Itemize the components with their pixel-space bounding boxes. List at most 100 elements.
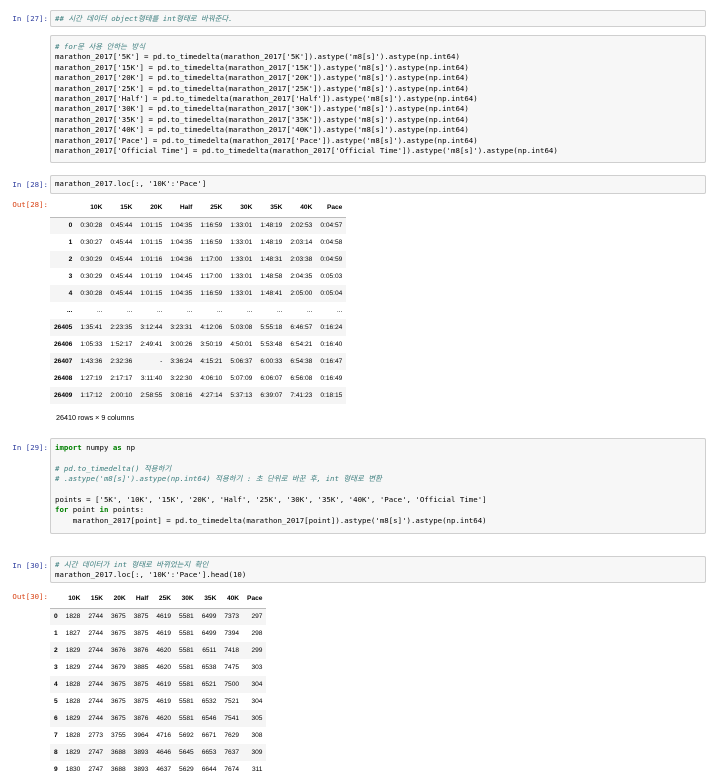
row-index: 1 — [68, 239, 73, 246]
table-cell: ... — [216, 307, 223, 314]
for-variable: point — [68, 505, 100, 515]
column-header: 10K — [61, 589, 85, 609]
table-cell: 303 — [251, 664, 263, 671]
table-cell: 1829 — [65, 664, 81, 671]
table-cell: 3:22:30 — [170, 375, 193, 382]
table-cell: 7500 — [224, 681, 240, 688]
table-cell: 4619 — [156, 681, 172, 688]
code-line: marathon_2017['5K'] = pd.to_timedelta(ma… — [55, 52, 460, 62]
table-cell: 0:04:57 — [320, 222, 343, 230]
table-cell: 6546 — [201, 715, 217, 722]
table-cell: 1830 — [65, 766, 81, 773]
table-cell: 5581 — [179, 613, 194, 621]
table-cell: 0:16:24 — [320, 324, 343, 331]
table-cell: 1:05:33 — [80, 341, 103, 348]
table-cell: 3675 — [111, 698, 126, 705]
comment-line-2: # .astype('m8[s]').astype(np.int64) 적용하기… — [55, 474, 382, 484]
table-cell: 1:01:15 — [140, 222, 163, 230]
table-cell: 5581 — [179, 630, 194, 637]
table-cell: 1828 — [65, 681, 81, 688]
for-iterable: points: — [108, 505, 145, 515]
column-header: Half — [129, 589, 153, 609]
table-cell: 2744 — [88, 698, 104, 705]
table-cell: 0:30:28 — [80, 222, 103, 230]
table-cell: 4716 — [156, 732, 172, 739]
table-cell: 6511 — [202, 647, 217, 654]
table-cell: 0:05:04 — [320, 290, 343, 297]
table-row: 7 1828 2773 3755 3964 4716 5692 6671 7629 308 — [50, 727, 266, 744]
table-cell: 3876 — [133, 647, 149, 654]
for-keyword: for — [55, 505, 69, 515]
row-index: 3 — [68, 273, 73, 280]
table-cell: 0:45:44 — [110, 290, 133, 297]
table-cell: 1:17:00 — [200, 256, 223, 263]
table-cell: 7373 — [224, 613, 240, 621]
column-header: 40K — [286, 198, 317, 218]
cell-28-code[interactable]: marathon_2017.loc[:, '10K':'Pace'] — [50, 175, 706, 194]
loop-body-line: marathon_2017[point] = pd.to_timedelta(m… — [55, 515, 487, 525]
row-index: 5 — [54, 698, 58, 705]
table-cell: 4620 — [156, 715, 172, 722]
column-header: 30K — [226, 198, 257, 218]
code-line: marathon_2017['40K'] = pd.to_timedelta(m… — [55, 125, 469, 135]
table-cell: 4:50:01 — [230, 341, 253, 348]
table-row: 0 1828 2744 3675 3875 4619 5581 6499 7373 297 — [50, 608, 267, 625]
table-cell: 5:03:08 — [230, 324, 253, 331]
cell-30-comment: # 시간 데이터가 int 형태로 바뀌었는지 확인 — [55, 560, 209, 569]
table-cell: 3675 — [111, 630, 126, 637]
table-cell: 299 — [251, 647, 263, 654]
table-cell: 6499 — [201, 630, 217, 637]
cell-30-code[interactable]: # 시간 데이터가 int 형태로 바뀌었는지 확인 marathon_2017… — [50, 556, 706, 583]
table-row: 8 1829 2747 3688 3893 4646 5645 6653 7637 309 — [50, 744, 267, 761]
table-cell: ... — [306, 307, 313, 314]
table-cell: 7674 — [224, 766, 240, 773]
table-row: 1 1827 2744 3675 3875 4619 5581 6499 7394 298 — [50, 625, 266, 642]
table-cell: 1828 — [65, 732, 81, 739]
table-cell: 2773 — [88, 732, 104, 739]
cell-27-comment: ## 시간 데이터 object형태를 int형태로 바꿔준다. — [55, 14, 233, 23]
table-cell: 2:00:10 — [110, 392, 133, 399]
table-cell: - — [160, 358, 163, 365]
dataframe-table-30: 10K 15K 20K Half 25K 30K 35K 40K Pace 0 1828 2744 36… — [50, 589, 267, 778]
table-cell: 2:03:38 — [290, 256, 313, 263]
table-cell: 3964 — [133, 732, 149, 739]
table-cell: 0:04:58 — [320, 239, 343, 246]
row-index: 2 — [54, 647, 58, 654]
column-header: 10K — [76, 198, 107, 218]
column-header: Pace — [316, 198, 347, 218]
cell-28-out-prompt: Out[28]: — [12, 200, 48, 209]
table-cell: 4:27:14 — [200, 392, 223, 399]
row-index: 26409 — [54, 392, 73, 399]
code-line: marathon_2017['15K'] = pd.to_timedelta(m… — [55, 62, 469, 72]
table-cell: 7637 — [224, 749, 240, 756]
table-cell: 1:01:19 — [140, 273, 163, 280]
table-cell: 1:33:01 — [230, 256, 253, 263]
table-cell: 2:05:00 — [290, 290, 313, 297]
table-cell: 5581 — [179, 647, 194, 654]
table-cell: 4:06:10 — [200, 375, 223, 382]
cell-27-comment-cell[interactable]: ## 시간 데이터 object형태를 int형태로 바꿔준다. — [50, 10, 706, 27]
table-row: 26406 1:05:33 1:52:17 2:49:41 3:00:26 3:50:19… — [50, 336, 346, 353]
row-index: 4 — [54, 681, 58, 688]
table-cell: 4619 — [156, 630, 172, 637]
column-header: 35K — [256, 198, 287, 218]
table-cell: 1:04:35 — [170, 239, 193, 246]
table-cell: 2:58:55 — [140, 392, 163, 399]
table-cell: 5:06:37 — [230, 358, 253, 365]
row-index: ... — [66, 307, 73, 314]
table-cell: 5581 — [179, 664, 194, 671]
column-header: 25K — [196, 198, 227, 218]
cell-29-code[interactable]: import numpy as np # pd.to_timedelta() 적… — [50, 438, 706, 534]
table-cell: 4619 — [156, 613, 172, 621]
column-header: 35K — [197, 589, 221, 609]
row-index: 0 — [68, 222, 73, 230]
table-cell: 1828 — [65, 613, 81, 621]
table-cell: 3688 — [111, 766, 126, 773]
code-line: marathon_2017['Official Time'] = pd.to_t… — [55, 145, 558, 155]
column-header: 25K — [152, 589, 176, 609]
table-cell: 309 — [251, 749, 263, 756]
table-cell: 3875 — [133, 613, 149, 621]
cell-27-code[interactable]: # for문 사용 안하는 방식 marathon_2017['5K'] = pd… — [50, 35, 706, 163]
